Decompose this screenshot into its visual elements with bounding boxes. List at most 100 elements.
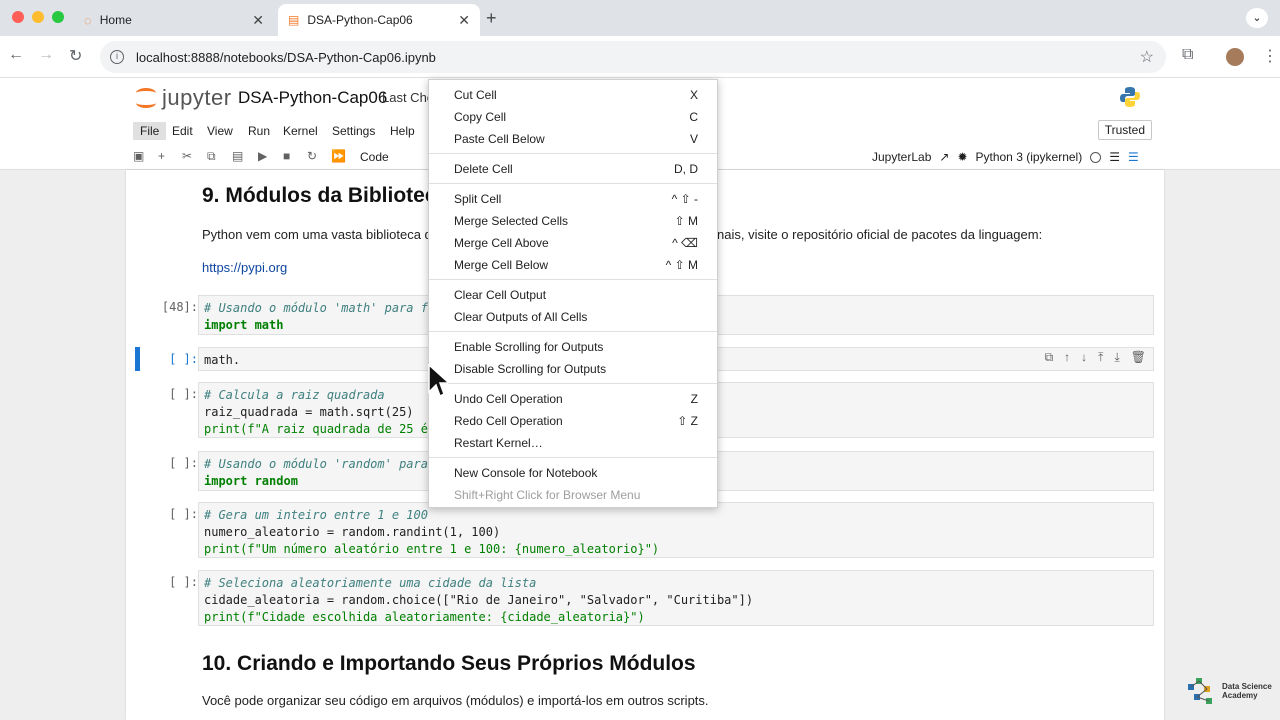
duplicate-cell-icon[interactable]: ⧉: [1045, 350, 1054, 365]
cell-prompt: [ ]:: [169, 352, 198, 366]
menu-item-label: Disable Scrolling for Outputs: [454, 362, 607, 376]
menu-item-paste-cell-below[interactable]: Paste Cell Below V: [429, 128, 717, 150]
menu-item-label: Cut Cell: [454, 88, 497, 102]
menu-item-new-console[interactable]: New Console for Notebook: [429, 462, 717, 484]
menu-help[interactable]: Help: [383, 122, 422, 140]
browser-menu-icon[interactable]: ⋮: [1262, 46, 1278, 66]
menu-item-split-cell[interactable]: Split Cell ^ ⇧ -: [429, 188, 717, 210]
menu-item-shortcut: ^ ⇧ M: [665, 258, 698, 272]
menu-file[interactable]: File: [133, 122, 167, 140]
academy-logo-icon: [1188, 678, 1212, 704]
maximize-window-button[interactable]: [52, 11, 64, 23]
cell-prompt: [ ]:: [169, 387, 198, 401]
debugger-icon[interactable]: ✹: [957, 150, 967, 164]
menu-item-undo-cell-operation[interactable]: Undo Cell Operation Z: [429, 388, 717, 410]
heading-section-9: 9. Módulos da Biblioteca: [202, 184, 449, 207]
address-bar[interactable]: i localhost:8888/notebooks/DSA-Python-Ca…: [100, 41, 1166, 73]
mouse-pointer-icon: [428, 364, 448, 398]
extensions-icon[interactable]: ⧉: [1182, 46, 1193, 64]
menu-item-disable-scrolling[interactable]: Disable Scrolling for Outputs: [429, 358, 717, 380]
menu-item-delete-cell[interactable]: Delete Cell D, D: [429, 158, 717, 180]
close-tab-icon[interactable]: ✕: [458, 12, 470, 29]
checkpoint-status: Last Che: [382, 90, 430, 105]
reload-icon[interactable]: ↻: [69, 46, 82, 66]
menu-item-redo-cell-operation[interactable]: Redo Cell Operation ⇧ Z: [429, 410, 717, 432]
code-line: numero_aleatorio = random.randint(1, 100…: [204, 525, 501, 539]
menu-item-enable-scrolling[interactable]: Enable Scrolling for Outputs: [429, 336, 717, 358]
insert-above-icon[interactable]: ⤒: [1098, 350, 1103, 365]
insert-below-icon[interactable]: ⤓: [1114, 350, 1119, 365]
cell-editor[interactable]: # Seleciona aleatoriamente uma cidade da…: [198, 570, 1154, 626]
menu-item-clear-cell-output[interactable]: Clear Cell Output: [429, 284, 717, 306]
menu-item-shortcut: V: [689, 132, 698, 146]
menu-item-cut-cell[interactable]: Cut Cell X: [429, 84, 717, 106]
property-inspector-icon[interactable]: ☰: [1109, 150, 1120, 164]
menu-settings[interactable]: Settings: [325, 122, 382, 140]
new-tab-button[interactable]: +: [486, 8, 497, 29]
forward-icon[interactable]: →: [38, 46, 54, 64]
close-window-button[interactable]: [12, 11, 24, 23]
jupyterlab-link[interactable]: JupyterLab: [872, 150, 931, 164]
menu-item-label: Merge Cell Above: [454, 236, 549, 250]
menu-kernel[interactable]: Kernel: [276, 122, 325, 140]
academy-logo-text: Data Science Academy: [1222, 682, 1272, 700]
menu-item-label: New Console for Notebook: [454, 466, 598, 480]
minimize-window-button[interactable]: [32, 11, 44, 23]
insert-cell-icon[interactable]: +: [158, 149, 165, 163]
jupyter-logo-text: jupyter: [162, 85, 232, 110]
bookmark-star-icon[interactable]: ☆: [1140, 47, 1154, 67]
save-icon[interactable]: ▣: [133, 149, 144, 163]
jupyter-logo[interactable]: jupyter: [136, 84, 232, 112]
menu-divider: [429, 331, 717, 332]
menu-divider: [429, 183, 717, 184]
tab-search-icon[interactable]: ⌄: [1246, 8, 1268, 28]
cut-icon[interactable]: ✂: [182, 149, 192, 163]
menu-edit[interactable]: Edit: [165, 122, 200, 140]
browser-tab-bar: ◌ Home ✕ ▤ DSA-Python-Cap06 ✕ + ⌄: [0, 0, 1280, 36]
close-tab-icon[interactable]: ✕: [252, 12, 264, 29]
move-down-icon[interactable]: ↓: [1081, 350, 1087, 365]
notebook-title[interactable]: DSA-Python-Cap06: [238, 88, 387, 108]
menu-item-merge-cell-above[interactable]: Merge Cell Above ^ ⌫: [429, 232, 717, 254]
notebook-favicon-icon: ▤: [288, 13, 300, 27]
menu-item-label: Clear Cell Output: [454, 288, 547, 302]
menu-item-copy-cell[interactable]: Copy Cell C: [429, 106, 717, 128]
code-cell[interactable]: [ ]: # Seleciona aleatoriamente uma cida…: [146, 570, 1154, 626]
table-of-contents-icon[interactable]: ☰: [1128, 150, 1139, 164]
heading-section-10: 10. Criando e Importando Seus Próprios M…: [202, 652, 696, 675]
kernel-name[interactable]: Python 3 (ipykernel): [976, 150, 1083, 164]
copy-icon[interactable]: ⧉: [207, 149, 216, 164]
address-bar-url[interactable]: localhost:8888/notebooks/DSA-Python-Cap0…: [136, 50, 436, 65]
external-link-icon: ↗: [939, 150, 950, 164]
menu-item-merge-cell-below[interactable]: Merge Cell Below ^ ⇧ M: [429, 254, 717, 276]
cell-prompt: [ ]:: [169, 575, 198, 589]
restart-icon[interactable]: ↻: [307, 149, 317, 163]
move-up-icon[interactable]: ↑: [1064, 350, 1070, 365]
menu-run[interactable]: Run: [241, 122, 277, 140]
trusted-indicator[interactable]: Trusted: [1097, 120, 1152, 140]
profile-avatar[interactable]: [1226, 48, 1244, 66]
menu-item-clear-all-outputs[interactable]: Clear Outputs of All Cells: [429, 306, 717, 328]
browser-toolbar: ← → ↻ i localhost:8888/notebooks/DSA-Pyt…: [0, 36, 1280, 78]
run-icon[interactable]: ▶: [258, 149, 267, 163]
paste-icon[interactable]: ▤: [232, 149, 243, 163]
menu-item-label: Restart Kernel…: [454, 436, 543, 450]
stop-icon[interactable]: ■: [283, 149, 290, 163]
tab-notebook[interactable]: ▤ DSA-Python-Cap06 ✕: [278, 4, 480, 36]
cell-type-select[interactable]: Code: [360, 150, 389, 164]
code-cell[interactable]: [ ]: # Gera um inteiro entre 1 e 100 num…: [146, 502, 1154, 558]
back-icon[interactable]: ←: [8, 46, 24, 64]
jupyter-logo-icon: [136, 84, 156, 112]
pypi-link[interactable]: https://pypi.org: [202, 260, 287, 275]
menu-item-shortcut: ^ ⇧ -: [671, 192, 698, 206]
menu-view[interactable]: View: [200, 122, 240, 140]
active-cell-indicator: [135, 347, 140, 371]
run-all-icon[interactable]: ⏩: [331, 149, 346, 163]
site-info-icon[interactable]: i: [110, 50, 124, 64]
cell-editor[interactable]: # Gera um inteiro entre 1 e 100 numero_a…: [198, 502, 1154, 558]
menu-item-restart-kernel[interactable]: Restart Kernel…: [429, 432, 717, 454]
delete-cell-icon[interactable]: 🗑: [1131, 350, 1146, 365]
menu-item-merge-selected-cells[interactable]: Merge Selected Cells ⇧ M: [429, 210, 717, 232]
academy-logo-line2: Academy: [1222, 691, 1258, 700]
tab-home[interactable]: ◌ Home ✕: [74, 4, 274, 36]
